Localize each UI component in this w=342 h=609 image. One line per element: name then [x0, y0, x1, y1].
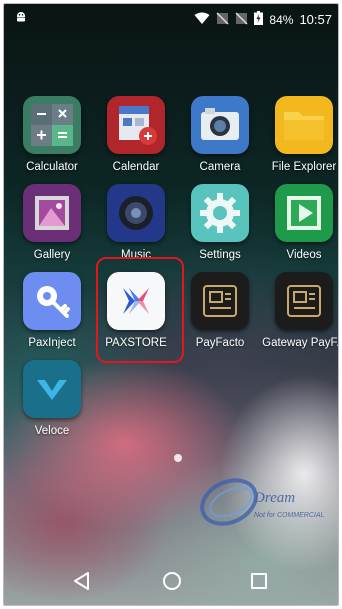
- gallery-icon: [23, 184, 81, 242]
- app-label: Calendar: [112, 161, 160, 173]
- recents-icon[interactable]: [247, 569, 271, 593]
- gear-icon: [191, 184, 249, 242]
- app-label: Gallery: [33, 249, 71, 261]
- terminal-card-icon: [275, 272, 333, 330]
- app-label: Gateway PayF...: [262, 337, 339, 349]
- app-label: Veloce: [34, 425, 70, 437]
- key-icon: [23, 272, 81, 330]
- terminal-card-icon: [191, 272, 249, 330]
- app-label: Settings: [199, 249, 241, 261]
- app-label: File Explorer: [271, 161, 337, 173]
- calculator-icon: [23, 96, 81, 154]
- music-speaker-icon: [107, 184, 165, 242]
- app-label: Videos: [286, 249, 322, 261]
- folder-icon: [275, 96, 333, 154]
- calendar-icon: [107, 96, 165, 154]
- camera-icon: [191, 96, 249, 154]
- play-icon: [275, 184, 333, 242]
- back-icon[interactable]: [70, 569, 94, 593]
- app-label: PaxInject: [28, 337, 76, 349]
- navigation-bar: [4, 557, 338, 605]
- app-label: PayFacto: [195, 337, 245, 349]
- paxstore-highlight-outline: [96, 257, 184, 363]
- home-icon[interactable]: [160, 569, 184, 593]
- veloce-v-icon: [23, 360, 81, 418]
- app-label: Camera: [199, 161, 241, 173]
- phone-screen: 84% 10:57 Dream Not for COMMERCIAL Calcu…: [3, 3, 339, 606]
- app-label: Calculator: [26, 161, 78, 173]
